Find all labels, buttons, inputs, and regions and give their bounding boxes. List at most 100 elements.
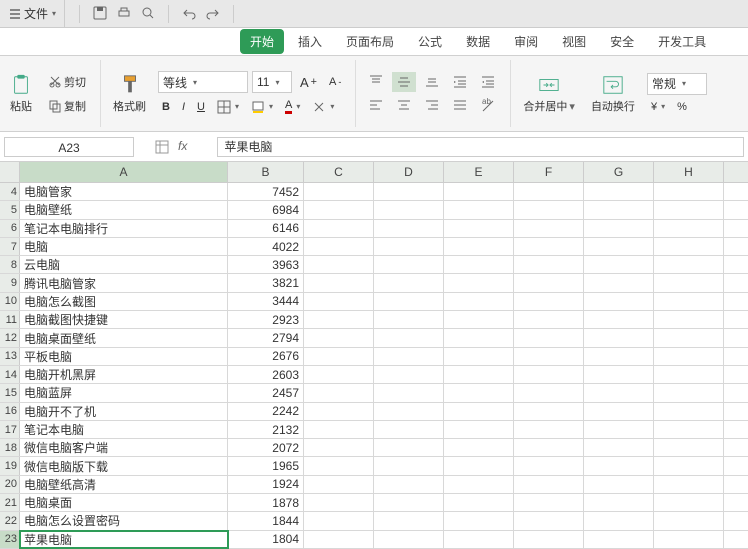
cell[interactable]	[304, 384, 374, 401]
cell[interactable]	[514, 512, 584, 529]
cell[interactable]	[584, 512, 654, 529]
tab-4[interactable]: 数据	[456, 29, 500, 54]
align-bottom-icon[interactable]	[420, 72, 444, 92]
cell[interactable]: 电脑开不了机	[20, 403, 228, 420]
cell[interactable]	[444, 274, 514, 291]
cell[interactable]: 7452	[228, 183, 304, 200]
cell[interactable]	[444, 293, 514, 310]
cell[interactable]	[444, 311, 514, 328]
row-header[interactable]: 19	[0, 457, 20, 474]
sheet-icon[interactable]	[154, 139, 170, 155]
cell[interactable]	[654, 476, 724, 493]
cell[interactable]	[304, 476, 374, 493]
cell[interactable]	[444, 512, 514, 529]
cell[interactable]	[654, 274, 724, 291]
cell[interactable]	[584, 201, 654, 218]
cell[interactable]	[584, 311, 654, 328]
cell[interactable]	[374, 476, 444, 493]
row-header[interactable]: 18	[0, 439, 20, 456]
align-top-icon[interactable]	[364, 72, 388, 92]
cell[interactable]	[444, 238, 514, 255]
font-color-button[interactable]: A▾	[281, 97, 304, 116]
cell[interactable]: 2603	[228, 366, 304, 383]
cell[interactable]	[514, 457, 584, 474]
tab-3[interactable]: 公式	[408, 29, 452, 54]
cell[interactable]	[654, 421, 724, 438]
cell[interactable]	[304, 403, 374, 420]
cell[interactable]	[304, 366, 374, 383]
cell[interactable]	[584, 403, 654, 420]
cell[interactable]	[584, 439, 654, 456]
cell[interactable]: 电脑开机黑屏	[20, 366, 228, 383]
cell[interactable]: 1878	[228, 494, 304, 511]
row-header[interactable]: 14	[0, 366, 20, 383]
cell[interactable]	[584, 366, 654, 383]
cell[interactable]: 3821	[228, 274, 304, 291]
cell[interactable]	[584, 220, 654, 237]
print-icon[interactable]	[116, 5, 132, 21]
cell[interactable]: 电脑桌面壁纸	[20, 329, 228, 346]
cell[interactable]	[584, 531, 654, 548]
save-icon[interactable]	[92, 5, 108, 21]
indent-left-icon[interactable]	[448, 72, 472, 92]
cell[interactable]	[514, 256, 584, 273]
cell[interactable]	[654, 329, 724, 346]
formula-input[interactable]: 苹果电脑	[217, 137, 744, 157]
cell[interactable]	[444, 384, 514, 401]
cell[interactable]	[514, 183, 584, 200]
cell[interactable]: 电脑壁纸	[20, 201, 228, 218]
row-header[interactable]: 23	[0, 531, 20, 548]
cell[interactable]	[444, 531, 514, 548]
cell[interactable]: 6146	[228, 220, 304, 237]
cell[interactable]	[444, 421, 514, 438]
cell[interactable]	[374, 531, 444, 548]
cell[interactable]: 1804	[228, 531, 304, 548]
cell[interactable]	[514, 201, 584, 218]
cell[interactable]	[374, 329, 444, 346]
cell[interactable]: 电脑	[20, 238, 228, 255]
clear-format-button[interactable]: ▾	[308, 98, 338, 116]
cell[interactable]	[374, 366, 444, 383]
cell[interactable]: 电脑截图快捷键	[20, 311, 228, 328]
row-header[interactable]: 10	[0, 293, 20, 310]
cell[interactable]	[654, 494, 724, 511]
cell[interactable]: 1844	[228, 512, 304, 529]
cell[interactable]	[304, 238, 374, 255]
cell[interactable]: 2676	[228, 348, 304, 365]
cell[interactable]	[444, 476, 514, 493]
cell[interactable]	[654, 183, 724, 200]
col-header-G[interactable]: G	[584, 162, 654, 182]
decrease-font-icon[interactable]: A-	[325, 74, 345, 90]
cell[interactable]: 电脑管家	[20, 183, 228, 200]
cell[interactable]	[654, 512, 724, 529]
cell[interactable]	[304, 512, 374, 529]
cell[interactable]: 2242	[228, 403, 304, 420]
font-size-select[interactable]: 11▾	[252, 71, 292, 93]
cell[interactable]	[304, 457, 374, 474]
align-middle-icon[interactable]	[392, 72, 416, 92]
cell[interactable]	[654, 439, 724, 456]
col-header-D[interactable]: D	[374, 162, 444, 182]
cell[interactable]	[374, 457, 444, 474]
cell[interactable]: 4022	[228, 238, 304, 255]
cell[interactable]: 2072	[228, 439, 304, 456]
cell[interactable]	[514, 531, 584, 548]
cell[interactable]	[304, 256, 374, 273]
cell[interactable]	[444, 494, 514, 511]
cell[interactable]: 1965	[228, 457, 304, 474]
row-header[interactable]: 8	[0, 256, 20, 273]
bold-button[interactable]: B	[158, 99, 174, 115]
cell[interactable]	[584, 348, 654, 365]
cell[interactable]	[654, 220, 724, 237]
row-header[interactable]: 4	[0, 183, 20, 200]
cell[interactable]	[514, 366, 584, 383]
col-header-C[interactable]: C	[304, 162, 374, 182]
cell[interactable]: 电脑壁纸高清	[20, 476, 228, 493]
cell[interactable]	[584, 256, 654, 273]
cell[interactable]	[374, 311, 444, 328]
cell[interactable]	[514, 348, 584, 365]
cell[interactable]	[584, 384, 654, 401]
cell[interactable]	[374, 512, 444, 529]
tab-5[interactable]: 审阅	[504, 29, 548, 54]
cell[interactable]	[584, 457, 654, 474]
